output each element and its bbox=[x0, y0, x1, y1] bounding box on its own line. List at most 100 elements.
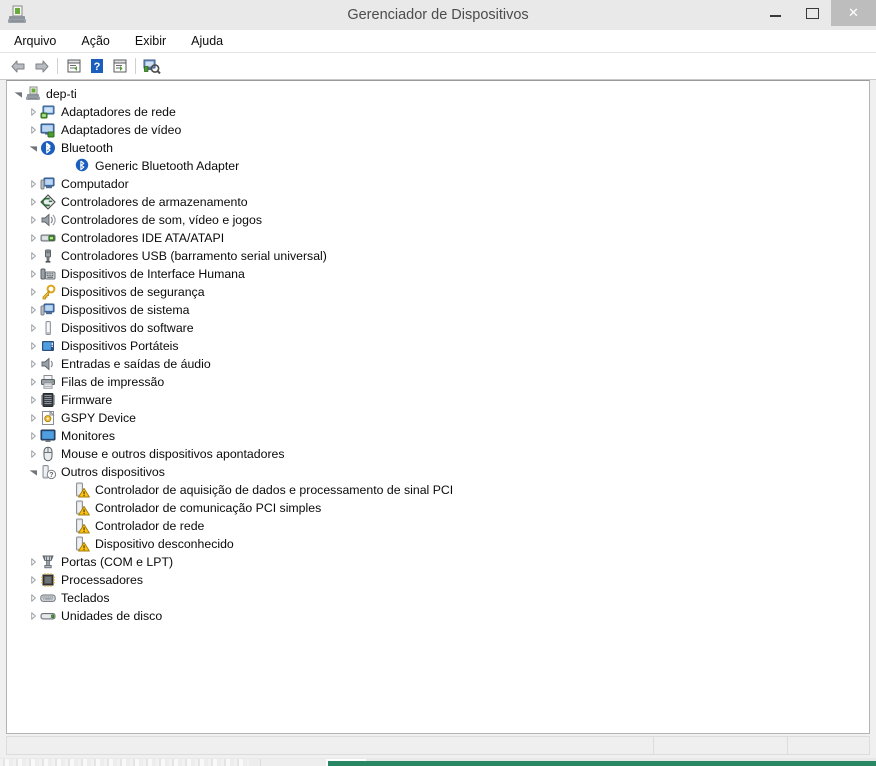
expand-arrow-icon[interactable] bbox=[26, 319, 40, 337]
tree-node-label: Adaptadores de vídeo bbox=[61, 123, 182, 137]
expand-arrow-icon[interactable] bbox=[26, 445, 40, 463]
forward-icon[interactable] bbox=[30, 55, 53, 77]
expand-arrow-icon[interactable] bbox=[26, 265, 40, 283]
usb-controller-icon bbox=[40, 248, 56, 264]
print-queue-icon bbox=[40, 374, 56, 390]
tree-node-label: Dispositivos de Interface Humana bbox=[61, 267, 245, 281]
expand-arrow-icon[interactable] bbox=[26, 175, 40, 193]
tree-node[interactable]: dep-ti bbox=[7, 85, 869, 103]
tree-node[interactable]: Portas (COM e LPT) bbox=[7, 553, 869, 571]
gspy-device-icon bbox=[40, 410, 56, 426]
tree-node[interactable]: Dispositivos de Interface Humana bbox=[7, 265, 869, 283]
expand-arrow-icon[interactable] bbox=[26, 283, 40, 301]
back-icon[interactable] bbox=[7, 55, 30, 77]
tree-node-label: Bluetooth bbox=[61, 141, 113, 155]
tree-node-label: Unidades de disco bbox=[61, 609, 163, 623]
tree-node[interactable]: Dispositivos do software bbox=[7, 319, 869, 337]
bluetooth-icon bbox=[40, 140, 56, 156]
bluetooth-device-icon bbox=[74, 158, 90, 174]
tree-node[interactable]: Dispositivos de segurança bbox=[7, 283, 869, 301]
expand-arrow-icon[interactable] bbox=[26, 193, 40, 211]
maximize-button[interactable] bbox=[794, 0, 831, 26]
expand-arrow-icon[interactable] bbox=[26, 103, 40, 121]
menu-arquivo[interactable]: Arquivo bbox=[12, 33, 58, 49]
tree-node-label: Controlador de rede bbox=[95, 519, 205, 533]
show-details-icon[interactable] bbox=[108, 55, 131, 77]
tree-node-label: Filas de impressão bbox=[61, 375, 165, 389]
system-device-icon bbox=[40, 302, 56, 318]
expand-arrow-icon[interactable] bbox=[26, 607, 40, 625]
expand-arrow-icon[interactable] bbox=[26, 571, 40, 589]
tree-node[interactable]: Controladores de som, vídeo e jogos bbox=[7, 211, 869, 229]
expand-arrow-icon[interactable] bbox=[26, 229, 40, 247]
expand-arrow-icon[interactable] bbox=[26, 391, 40, 409]
collapse-arrow-icon[interactable] bbox=[26, 139, 40, 157]
tree-node[interactable]: Computador bbox=[7, 175, 869, 193]
expand-arrow-icon[interactable] bbox=[26, 409, 40, 427]
expand-arrow-icon[interactable] bbox=[26, 427, 40, 445]
tree-node[interactable]: Unidades de disco bbox=[7, 607, 869, 625]
tree-node[interactable]: Controlador de aquisição de dados e proc… bbox=[7, 481, 869, 499]
tree-node-label: Dispositivos Portáteis bbox=[61, 339, 179, 353]
expand-arrow-icon[interactable] bbox=[26, 373, 40, 391]
tree-node[interactable]: Dispositivos de sistema bbox=[7, 301, 869, 319]
expand-arrow-icon[interactable] bbox=[26, 355, 40, 373]
tree-node[interactable]: Controlador de rede bbox=[7, 517, 869, 535]
tree-node[interactable]: Controladores de armazenamento bbox=[7, 193, 869, 211]
tree-node[interactable]: Filas de impressão bbox=[7, 373, 869, 391]
expand-arrow-icon[interactable] bbox=[26, 121, 40, 139]
monitor-icon bbox=[40, 428, 56, 444]
minimize-button[interactable] bbox=[757, 0, 794, 26]
expand-arrow-icon[interactable] bbox=[26, 301, 40, 319]
close-button[interactable]: ✕ bbox=[831, 0, 876, 26]
separator-1 bbox=[57, 58, 58, 74]
window-title: Gerenciador de Dispositivos bbox=[347, 7, 529, 23]
svg-text:?: ? bbox=[49, 472, 53, 479]
tree-node[interactable]: Controladores IDE ATA/ATAPI bbox=[7, 229, 869, 247]
status-pane-secondary bbox=[654, 736, 788, 755]
tree-node[interactable]: Bluetooth bbox=[7, 139, 869, 157]
tree-node[interactable]: Controladores USB (barramento serial uni… bbox=[7, 247, 869, 265]
tree-node[interactable]: ? Outros dispositivos bbox=[7, 463, 869, 481]
tree-node-label: Dispositivos de sistema bbox=[61, 303, 190, 317]
tree-node-label: Processadores bbox=[61, 573, 144, 587]
help-icon[interactable]: ? bbox=[85, 55, 108, 77]
mouse-icon bbox=[40, 446, 56, 462]
tree-node[interactable]: Controlador de comunicação PCI simples bbox=[7, 499, 869, 517]
device-manager-window: Gerenciador de Dispositivos ✕ Arquivo Aç… bbox=[0, 0, 876, 758]
audio-io-icon bbox=[40, 356, 56, 372]
tree-node[interactable]: Adaptadores de vídeo bbox=[7, 121, 869, 139]
tree-node-label: Outros dispositivos bbox=[61, 465, 165, 479]
tree-node[interactable]: Entradas e saídas de áudio bbox=[7, 355, 869, 373]
scan-hardware-changes-icon[interactable] bbox=[140, 55, 163, 77]
unknown-device-icon bbox=[74, 536, 90, 552]
expand-arrow-icon[interactable] bbox=[26, 553, 40, 571]
collapse-arrow-icon[interactable] bbox=[11, 85, 25, 103]
computer-root-icon bbox=[25, 86, 41, 102]
tree-node[interactable]: Generic Bluetooth Adapter bbox=[7, 157, 869, 175]
expand-arrow-icon[interactable] bbox=[26, 247, 40, 265]
expand-arrow-icon[interactable] bbox=[26, 589, 40, 607]
tree-node[interactable]: Dispositivo desconhecido bbox=[7, 535, 869, 553]
tree-node[interactable]: Mouse e outros dispositivos apontadores bbox=[7, 445, 869, 463]
menu-ajuda[interactable]: Ajuda bbox=[189, 33, 225, 49]
menu-exibir[interactable]: Exibir bbox=[133, 33, 168, 49]
menu-bar: Arquivo Ação Exibir Ajuda bbox=[0, 30, 876, 53]
properties-icon[interactable] bbox=[62, 55, 85, 77]
tree-node[interactable]: Dispositivos Portáteis bbox=[7, 337, 869, 355]
tree-node[interactable]: GSPY Device bbox=[7, 409, 869, 427]
tree-node[interactable]: Teclados bbox=[7, 589, 869, 607]
expand-arrow-icon[interactable] bbox=[26, 337, 40, 355]
tree-node[interactable]: Monitores bbox=[7, 427, 869, 445]
expand-arrow-icon[interactable] bbox=[26, 211, 40, 229]
ide-controller-icon bbox=[40, 230, 56, 246]
tree-node[interactable]: Processadores bbox=[7, 571, 869, 589]
tree-node[interactable]: Adaptadores de rede bbox=[7, 103, 869, 121]
collapse-arrow-icon[interactable] bbox=[26, 463, 40, 481]
status-pane-main bbox=[6, 736, 654, 755]
tree-node[interactable]: Firmware bbox=[7, 391, 869, 409]
device-tree-panel[interactable]: dep-ti Adaptadores de rede Adaptadores de … bbox=[6, 80, 870, 734]
menu-acao[interactable]: Ação bbox=[79, 33, 112, 49]
